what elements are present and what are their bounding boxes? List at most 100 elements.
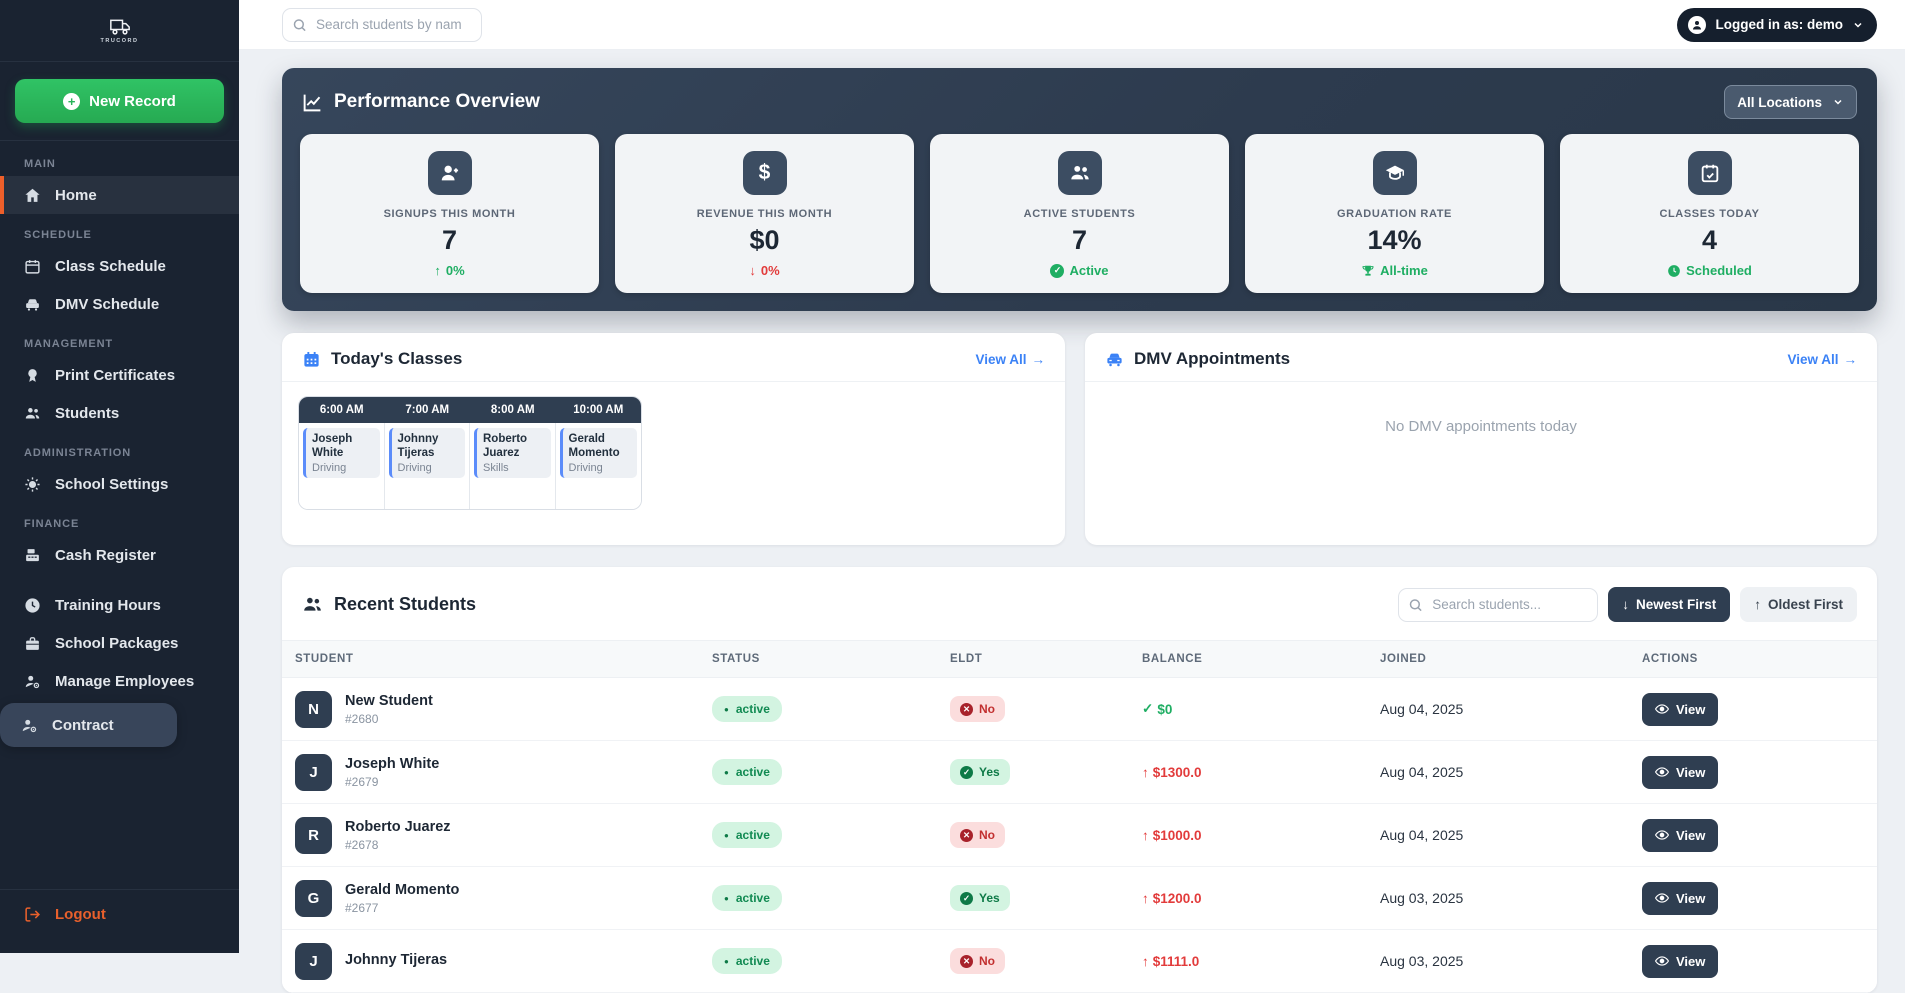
stat-label: REVENUE THIS MONTH bbox=[697, 208, 832, 220]
sort-newest-button[interactable]: ↓ Newest First bbox=[1608, 587, 1730, 622]
view-button[interactable]: View bbox=[1642, 945, 1718, 978]
stat-trend-text: All-time bbox=[1380, 263, 1428, 278]
user-gear-icon bbox=[24, 673, 41, 690]
schedule-time: 8:00 AM bbox=[470, 397, 556, 423]
stat-card-graduation-rate: GRADUATION RATE 14% All-time bbox=[1245, 134, 1544, 293]
location-filter-select[interactable]: All Locations bbox=[1724, 85, 1857, 119]
global-search bbox=[282, 8, 482, 42]
table-row: J Johnny Tijeras ●active ✕No ↑$1111.0 Au… bbox=[282, 930, 1877, 993]
trophy-icon bbox=[1361, 264, 1375, 278]
sidebar-item-manage-employees[interactable]: Manage Employees bbox=[0, 662, 239, 700]
dmv-title: DMV Appointments bbox=[1134, 349, 1290, 369]
recent-students-title: Recent Students bbox=[334, 594, 476, 615]
class-entry[interactable]: Johnny Tijeras Driving bbox=[389, 428, 466, 478]
sidebar-item-cash-register[interactable]: Cash Register bbox=[0, 536, 239, 574]
section-label-main: MAIN bbox=[0, 143, 239, 176]
sidebar-item-students[interactable]: Students bbox=[0, 394, 239, 432]
logout-label: Logout bbox=[55, 906, 106, 923]
schedule-cell: Roberto Juarez Skills bbox=[470, 423, 556, 509]
eldt-badge: ✓Yes bbox=[950, 885, 1010, 911]
stat-trend-text: Active bbox=[1069, 263, 1108, 278]
sidebar-item-training-hours[interactable]: Training Hours bbox=[0, 586, 239, 624]
clock-icon bbox=[1667, 264, 1681, 278]
dot-icon: ● bbox=[724, 768, 729, 777]
sort-oldest-button[interactable]: ↑ Oldest First bbox=[1740, 587, 1857, 622]
balance-value: ↑$1200.0 bbox=[1142, 891, 1367, 906]
calendar-icon bbox=[24, 258, 41, 275]
arrow-right-icon: → bbox=[1844, 352, 1858, 367]
logo: TRUCORD bbox=[0, 0, 239, 62]
class-entry[interactable]: Gerald Momento Driving bbox=[560, 428, 638, 478]
sidebar-item-label: Cash Register bbox=[55, 547, 156, 564]
sidebar-item-class-schedule[interactable]: Class Schedule bbox=[0, 247, 239, 285]
view-button[interactable]: View bbox=[1642, 756, 1718, 789]
section-label-schedule: SCHEDULE bbox=[0, 214, 239, 247]
sidebar-item-school-packages[interactable]: School Packages bbox=[0, 624, 239, 662]
sidebar-item-label: Manage Employees bbox=[55, 673, 194, 690]
status-badge: ●active bbox=[712, 948, 782, 974]
stat-card-active-students: ACTIVE STUDENTS 7 ✓ Active bbox=[930, 134, 1229, 293]
students-search-input[interactable] bbox=[1398, 588, 1598, 622]
graduation-cap-icon bbox=[1373, 151, 1417, 195]
sidebar-item-contract[interactable]: Contract bbox=[0, 703, 177, 747]
car-icon bbox=[1105, 350, 1124, 369]
view-button[interactable]: View bbox=[1642, 819, 1718, 852]
search-icon bbox=[1408, 597, 1423, 612]
table-row: G Gerald Momento #2677 ●active ✓Yes ↑$12… bbox=[282, 867, 1877, 930]
logout-icon bbox=[24, 906, 41, 923]
schedule-cell: Gerald Momento Driving bbox=[556, 423, 642, 509]
stat-trend-text: Scheduled bbox=[1686, 263, 1752, 278]
calendar-check-icon bbox=[1688, 151, 1732, 195]
check-circle-icon: ✓ bbox=[960, 766, 973, 779]
check-icon: ✓ bbox=[1142, 701, 1153, 717]
stat-card-revenue: $ REVENUE THIS MONTH $0 ↓ 0% bbox=[615, 134, 914, 293]
logout-button[interactable]: Logout bbox=[24, 906, 215, 923]
view-all-classes-link[interactable]: View All → bbox=[975, 352, 1045, 367]
check-circle-icon: ✓ bbox=[960, 892, 973, 905]
sidebar-item-label: Home bbox=[55, 187, 97, 204]
eldt-badge: ✕No bbox=[950, 948, 1005, 974]
stat-label: CLASSES TODAY bbox=[1659, 208, 1759, 220]
view-all-dmv-link[interactable]: View All → bbox=[1787, 352, 1857, 367]
sidebar-item-print-certificates[interactable]: Print Certificates bbox=[0, 356, 239, 394]
avatar: N bbox=[295, 691, 332, 728]
students-table-header: STUDENT STATUS ELDT BALANCE JOINED ACTIO… bbox=[282, 640, 1877, 678]
global-search-input[interactable] bbox=[282, 8, 482, 42]
new-record-button[interactable]: + New Record bbox=[15, 79, 224, 123]
class-entry[interactable]: Joseph White Driving bbox=[303, 428, 380, 478]
sidebar-item-label: Print Certificates bbox=[55, 367, 175, 384]
users-icon bbox=[302, 594, 323, 615]
balance-value: ↑$1300.0 bbox=[1142, 765, 1367, 780]
view-button[interactable]: View bbox=[1642, 693, 1718, 726]
sidebar-item-home[interactable]: Home bbox=[0, 176, 239, 214]
student-id: #2677 bbox=[345, 901, 459, 915]
x-circle-icon: ✕ bbox=[960, 955, 973, 968]
student-name: New Student bbox=[345, 693, 433, 709]
schedule-cell: Johnny Tijeras Driving bbox=[385, 423, 471, 509]
balance-value: ✓$0 bbox=[1142, 701, 1367, 717]
joined-date: Aug 04, 2025 bbox=[1367, 701, 1629, 717]
student-id: #2680 bbox=[345, 712, 433, 726]
dmv-empty-message: No DMV appointments today bbox=[1085, 382, 1877, 435]
clock-icon bbox=[24, 597, 41, 614]
performance-title: Performance Overview bbox=[334, 91, 540, 113]
sidebar-item-dmv-schedule[interactable]: DMV Schedule bbox=[0, 285, 239, 323]
user-plus-icon bbox=[428, 151, 472, 195]
students-search bbox=[1398, 588, 1598, 622]
stat-card-classes-today: CLASSES TODAY 4 Scheduled bbox=[1560, 134, 1859, 293]
todays-classes-card: Today's Classes View All → 6:00 AM 7:00 … bbox=[282, 333, 1065, 545]
sidebar-item-school-settings[interactable]: School Settings bbox=[0, 465, 239, 503]
arrow-up-icon: ↑ bbox=[1754, 597, 1761, 612]
arrow-down-icon: ↓ bbox=[1622, 597, 1629, 612]
user-menu[interactable]: Logged in as: demo bbox=[1677, 8, 1877, 42]
students-icon bbox=[24, 405, 41, 422]
stat-trend-text: 0% bbox=[761, 263, 780, 278]
certificate-icon bbox=[24, 367, 41, 384]
view-button[interactable]: View bbox=[1642, 882, 1718, 915]
stat-value: 7 bbox=[1072, 225, 1087, 256]
status-badge: ●active bbox=[712, 885, 782, 911]
sidebar-item-label: Students bbox=[55, 405, 119, 422]
topbar: Logged in as: demo bbox=[239, 0, 1905, 50]
calendar-icon bbox=[302, 350, 321, 369]
class-entry[interactable]: Roberto Juarez Skills bbox=[474, 428, 551, 478]
